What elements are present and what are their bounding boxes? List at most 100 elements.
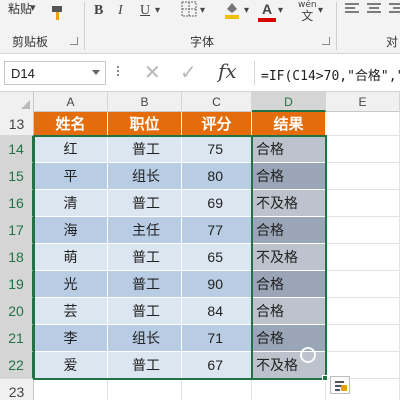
row-header-20[interactable]: 20 [0,298,34,325]
table-cell[interactable]: 普工 [108,136,182,163]
table-cell[interactable]: 萌 [34,244,108,271]
italic-button[interactable]: I [118,2,123,20]
table-cell[interactable]: 90 [182,271,252,298]
empty-cell[interactable] [326,136,400,163]
table-cell[interactable]: 合格 [252,271,326,298]
fill-handle[interactable] [322,375,328,381]
underline-button[interactable]: U [140,2,150,20]
column-header-c[interactable]: C [182,92,252,112]
row-header-21[interactable]: 21 [0,325,34,352]
borders-icon[interactable] [180,1,198,22]
empty-cell[interactable] [326,190,400,217]
paste-dropdown-icon[interactable]: ▾ [30,0,36,17]
table-cell[interactable]: 普工 [108,190,182,217]
table-cell[interactable]: 65 [182,244,252,271]
cancel-icon[interactable]: ✕ [144,60,161,84]
empty-cell[interactable] [182,379,252,400]
row-header-13[interactable]: 13 [0,112,34,136]
header-cell[interactable]: 评分 [182,112,252,136]
empty-cell[interactable] [326,163,400,190]
font-color-button[interactable]: A [258,0,276,22]
table-cell[interactable]: 不及格 [252,190,326,217]
name-box-value: D14 [11,66,35,81]
font-color-dropdown-icon[interactable]: ▾ [278,2,283,20]
borders-dropdown-icon[interactable]: ▾ [200,2,205,20]
table-cell[interactable]: 71 [182,325,252,352]
table-cell[interactable]: 合格 [252,298,326,325]
table-cell[interactable]: 75 [182,136,252,163]
empty-cell[interactable] [252,379,326,400]
row-header-22[interactable]: 22 [0,352,34,379]
table-cell[interactable]: 合格 [252,217,326,244]
clipboard-launcher-icon[interactable] [70,37,78,45]
font-launcher-icon[interactable] [322,37,330,45]
row-header-15[interactable]: 15 [0,163,34,190]
empty-cell[interactable] [326,112,400,136]
empty-cell[interactable] [34,379,108,400]
formula-bar: D14 ✕ ✓ fx =IF(C14>70,"合格","不及格") [0,54,400,92]
column-header-d[interactable]: D [252,92,326,112]
row-header-14[interactable]: 14 [0,136,34,163]
chevron-down-icon[interactable] [92,70,100,75]
row-header-19[interactable]: 19 [0,271,34,298]
formula-bar-grip-icon[interactable] [116,64,120,82]
format-painter-icon[interactable] [48,4,68,27]
empty-cell[interactable] [326,244,400,271]
fx-icon[interactable]: fx [218,59,237,83]
column-header-a[interactable]: A [34,92,108,112]
phonetic-dropdown-icon[interactable]: ▾ [318,2,323,20]
table-cell[interactable]: 67 [182,352,252,379]
table-cell[interactable]: 69 [182,190,252,217]
align-middle-icon[interactable] [366,2,382,21]
header-cell[interactable]: 职位 [108,112,182,136]
table-cell[interactable]: 清 [34,190,108,217]
align-top-icon[interactable] [344,2,360,21]
table-cell[interactable]: 爱 [34,352,108,379]
paste-button[interactable]: 粘贴 [8,0,32,17]
table-cell[interactable]: 普工 [108,352,182,379]
fill-color-dropdown-icon[interactable]: ▾ [244,2,249,20]
table-cell[interactable]: 红 [34,136,108,163]
table-cell[interactable]: 组长 [108,325,182,352]
table-cell[interactable]: 合格 [252,136,326,163]
header-cell[interactable]: 结果 [252,112,326,136]
row-header-18[interactable]: 18 [0,244,34,271]
table-cell[interactable]: 普工 [108,271,182,298]
row-header-16[interactable]: 16 [0,190,34,217]
table-cell[interactable]: 海 [34,217,108,244]
empty-cell[interactable] [108,379,182,400]
bold-button[interactable]: B [94,2,103,20]
column-header-e[interactable]: E [326,92,400,112]
empty-cell[interactable] [326,298,400,325]
table-cell[interactable]: 平 [34,163,108,190]
table-cell[interactable]: 组长 [108,163,182,190]
row-header-23[interactable]: 23 [0,379,34,400]
name-box[interactable]: D14 [4,61,106,85]
underline-dropdown-icon[interactable]: ▾ [155,2,160,20]
table-cell[interactable]: 普工 [108,244,182,271]
select-all-corner[interactable] [0,92,34,112]
watermark [300,344,398,366]
table-cell[interactable]: 芸 [34,298,108,325]
formula-input[interactable]: =IF(C14>70,"合格","不及格") [254,61,400,85]
row-header-17[interactable]: 17 [0,217,34,244]
align-bottom-icon[interactable] [388,2,400,21]
table-cell[interactable]: 不及格 [252,244,326,271]
phonetic-guide-button[interactable]: wén 文 [298,0,317,22]
header-cell[interactable]: 姓名 [34,112,108,136]
check-icon[interactable]: ✓ [180,60,197,84]
table-cell[interactable]: 主任 [108,217,182,244]
empty-cell[interactable] [326,271,400,298]
table-cell[interactable]: 李 [34,325,108,352]
quick-analysis-icon[interactable] [330,376,350,394]
table-cell[interactable]: 77 [182,217,252,244]
table-cell[interactable]: 80 [182,163,252,190]
table-cell[interactable]: 84 [182,298,252,325]
empty-cell[interactable] [326,217,400,244]
table-cell[interactable]: 普工 [108,298,182,325]
fill-color-icon[interactable] [222,0,242,25]
table-cell[interactable]: 合格 [252,163,326,190]
table-cell[interactable]: 光 [34,271,108,298]
ribbon-separator [336,2,337,50]
column-header-b[interactable]: B [108,92,182,112]
